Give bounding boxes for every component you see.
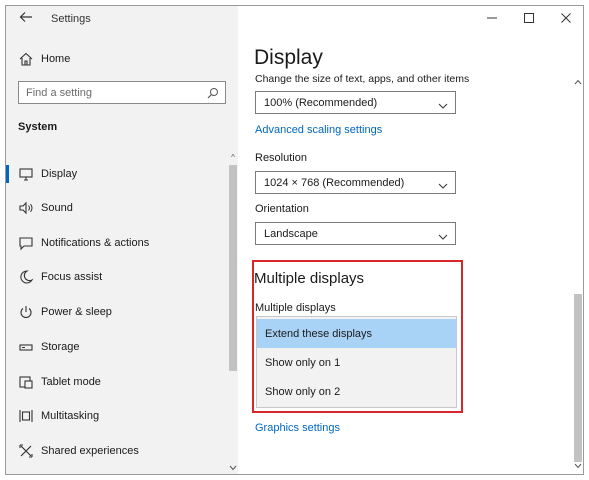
sidebar-scrollbar[interactable]: ^ — [228, 151, 238, 474]
sidebar-item-label: Notifications & actions — [41, 237, 150, 249]
option-label: Extend these displays — [265, 328, 373, 340]
chevron-down-icon — [438, 98, 448, 109]
advanced-scaling-link[interactable]: Advanced scaling settings — [255, 124, 382, 136]
sidebar-item-label: Storage — [41, 341, 80, 353]
tablet-icon — [18, 374, 34, 390]
resolution-dropdown[interactable]: 1024 × 768 (Recommended) — [255, 171, 456, 194]
option-label: Show only on 1 — [265, 357, 341, 369]
page-title: Display — [254, 46, 323, 69]
sidebar-item-label: Display — [41, 168, 78, 180]
chevron-down-icon — [438, 229, 448, 240]
home-icon — [18, 51, 34, 67]
scale-description: Change the size of text, apps, and other… — [255, 73, 470, 85]
chevron-up-icon[interactable]: ^ — [228, 153, 238, 163]
dropdown-option-show-only-2[interactable]: Show only on 2 — [257, 377, 456, 406]
multiple-displays-label: Multiple displays — [255, 302, 336, 314]
sidebar-item-tablet-mode[interactable]: Tablet mode — [6, 369, 228, 395]
storage-icon — [18, 339, 34, 355]
multiple-displays-dropdown-list: Extend these displays Show only on 1 Sho… — [256, 316, 457, 408]
dropdown-option-show-only-1[interactable]: Show only on 1 — [257, 348, 456, 377]
sidebar-item-display[interactable]: Display — [6, 161, 228, 187]
chevron-down-icon[interactable] — [573, 462, 583, 472]
sidebar-item-home[interactable]: Home — [6, 48, 238, 70]
scrollbar-thumb[interactable] — [229, 165, 237, 371]
chevron-up-icon[interactable] — [573, 78, 583, 88]
multitasking-icon — [18, 408, 34, 424]
resolution-label: Resolution — [255, 152, 307, 164]
power-icon — [18, 304, 34, 320]
speaker-icon — [18, 200, 34, 216]
sidebar-item-label: Tablet mode — [41, 376, 101, 388]
orientation-dropdown[interactable]: Landscape — [255, 222, 456, 245]
sidebar-item-notifications[interactable]: Notifications & actions — [6, 230, 228, 256]
scale-value: 100% (Recommended) — [264, 97, 378, 109]
sidebar-item-power-sleep[interactable]: Power & sleep — [6, 299, 228, 325]
resolution-value: 1024 × 768 (Recommended) — [264, 177, 405, 189]
search-placeholder: Find a setting — [26, 87, 93, 99]
orientation-label: Orientation — [255, 203, 309, 215]
minimize-button[interactable] — [481, 10, 503, 28]
orientation-value: Landscape — [264, 228, 318, 240]
sidebar-item-multitasking[interactable]: Multitasking — [6, 403, 228, 429]
scale-dropdown[interactable]: 100% (Recommended) — [255, 91, 456, 114]
main-pane: Display Change the size of text, apps, a… — [238, 6, 583, 474]
sidebar-item-label: Focus assist — [41, 271, 103, 283]
maximize-button[interactable] — [518, 10, 540, 28]
sidebar-item-label: Power & sleep — [41, 306, 112, 318]
back-arrow-icon[interactable] — [16, 10, 36, 28]
option-label: Show only on 2 — [265, 386, 341, 398]
scrollbar-thumb[interactable] — [574, 294, 582, 462]
search-input[interactable]: Find a setting — [18, 81, 226, 104]
app-title: Settings — [51, 13, 91, 25]
dropdown-option-extend[interactable]: Extend these displays — [257, 319, 456, 348]
sidebar-item-label: Shared experiences — [41, 445, 139, 457]
sidebar-item-label: Sound — [41, 202, 73, 214]
settings-window: Settings Home Find a setting System Disp… — [5, 5, 584, 475]
section-title: Multiple displays — [254, 270, 365, 287]
sidebar-item-label: Home — [41, 53, 71, 65]
moon-icon — [18, 269, 34, 285]
sidebar-item-sound[interactable]: Sound — [6, 195, 228, 221]
sidebar-item-shared-experiences[interactable]: Shared experiences — [6, 438, 228, 464]
sidebar-item-label: Multitasking — [41, 410, 100, 422]
chevron-down-icon[interactable] — [228, 464, 238, 474]
monitor-icon — [18, 166, 34, 182]
close-button[interactable] — [555, 10, 577, 28]
main-scrollbar[interactable] — [573, 74, 583, 474]
title-bar: Settings — [6, 6, 238, 32]
notifications-icon — [18, 235, 34, 251]
sidebar: Settings Home Find a setting System Disp… — [6, 6, 238, 474]
window-controls — [473, 6, 583, 32]
graphics-settings-link[interactable]: Graphics settings — [255, 422, 340, 434]
shared-icon — [18, 443, 34, 459]
sidebar-item-focus-assist[interactable]: Focus assist — [6, 264, 228, 290]
search-icon — [207, 86, 219, 99]
sidebar-nav-list: Display Sound Notifications & actions Fo… — [6, 151, 228, 471]
chevron-down-icon — [438, 178, 448, 189]
section-label: System — [18, 121, 58, 133]
sidebar-item-storage[interactable]: Storage — [6, 334, 228, 360]
